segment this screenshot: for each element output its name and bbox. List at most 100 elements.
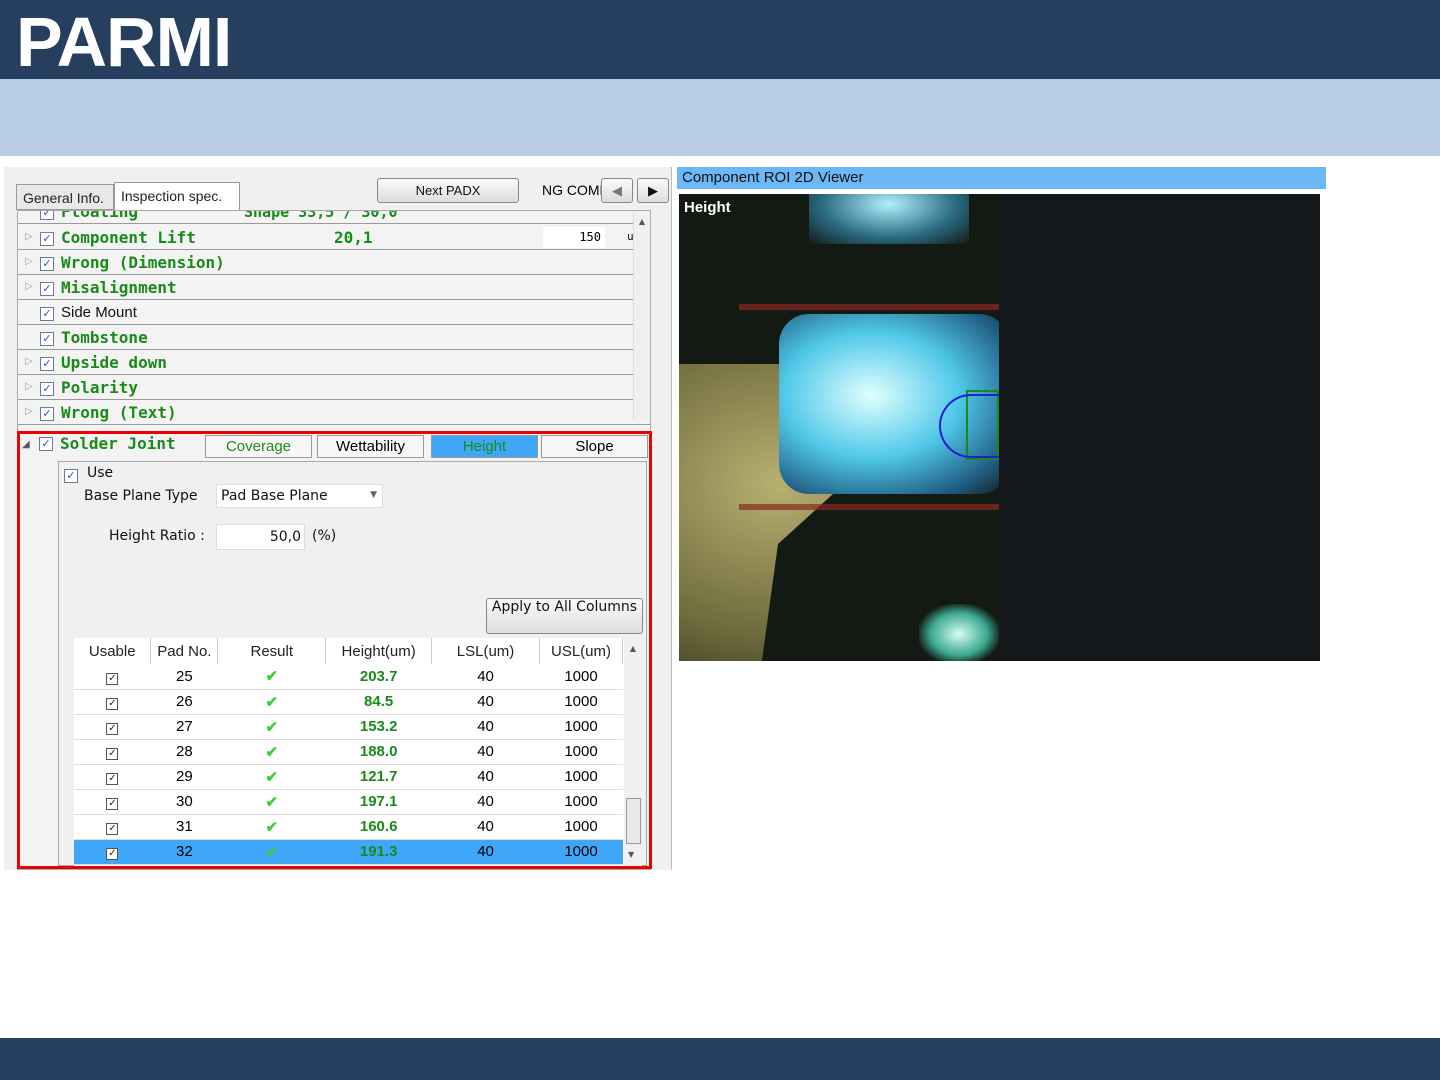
usl-value: 1000 <box>539 814 623 840</box>
list-item[interactable]: ▷ ✓ Polarity <box>18 375 650 400</box>
pass-check-icon: ✔ <box>217 814 326 840</box>
table-scrollbar[interactable]: ▲ ▼ <box>624 638 642 866</box>
lsl-value: 40 <box>431 789 540 815</box>
expand-icon[interactable]: ▷ <box>25 256 33 267</box>
checkbox[interactable]: ✓ <box>40 257 54 271</box>
list-item[interactable]: ▷ ✓ Wrong (Text) <box>18 400 650 425</box>
pad-no: 26 <box>150 689 218 715</box>
usl-value: 1000 <box>539 689 623 715</box>
list-item-partial[interactable]: ✓ Floating Shape 33,5 / 30,0 <box>18 211 650 224</box>
col-usable[interactable]: Usable <box>74 638 152 664</box>
table-row[interactable]: ✓ 25 ✔ 203.7 40 1000 <box>74 664 623 690</box>
base-plane-select[interactable]: Pad Base Plane ▼ <box>216 484 383 508</box>
item-label: Misalignment <box>61 278 177 297</box>
lsl-value: 40 <box>431 764 540 790</box>
item-label: Wrong (Text) <box>61 403 177 422</box>
table-row[interactable]: ✓ 29 ✔ 121.7 40 1000 <box>74 764 623 790</box>
checkbox[interactable]: ✓ <box>40 407 54 421</box>
use-checkbox[interactable]: ✓ <box>64 469 78 483</box>
chevron-down-icon: ▼ <box>370 490 377 500</box>
tab-inspection-spec[interactable]: Inspection spec. <box>114 182 240 211</box>
height-value: 160.6 <box>325 814 432 840</box>
apply-all-columns-button[interactable]: Apply to All Columns <box>486 598 643 634</box>
prev-arrow-button[interactable]: ◀ <box>601 178 633 203</box>
item-label: Side Mount <box>61 304 137 321</box>
component-image[interactable]: Height <box>679 194 1320 661</box>
usable-checkbox[interactable]: ✓ <box>74 764 151 790</box>
scroll-up-icon[interactable]: ▲ <box>634 211 650 226</box>
usable-checkbox[interactable]: ✓ <box>74 839 151 865</box>
height-ratio-input[interactable]: 50,0 <box>216 524 305 550</box>
collapse-icon[interactable]: ◢ <box>22 439 30 450</box>
subtab-coverage[interactable]: Coverage <box>205 435 312 458</box>
list-item[interactable]: ✓ Side Mount <box>18 300 650 325</box>
table-row[interactable]: ✓ 31 ✔ 160.6 40 1000 <box>74 814 623 840</box>
expand-icon[interactable]: ▷ <box>25 281 33 292</box>
subtab-slope[interactable]: Slope <box>541 435 648 458</box>
height-value: 121.7 <box>325 764 432 790</box>
height-settings: ✓ Use Base Plane Type Pad Base Plane ▼ H… <box>58 461 647 866</box>
pass-check-icon: ✔ <box>217 739 326 765</box>
viewer-title: Component ROI 2D Viewer <box>677 167 1326 189</box>
checkbox[interactable]: ✓ <box>40 307 54 321</box>
checkbox[interactable]: ✓ <box>40 282 54 296</box>
checkbox[interactable]: ✓ <box>40 211 54 220</box>
lsl-value: 40 <box>431 689 540 715</box>
pass-check-icon: ✔ <box>217 664 326 690</box>
expand-icon[interactable]: ▷ <box>25 356 33 367</box>
scrollbar[interactable]: ▲ <box>633 211 650 421</box>
tab-general-info[interactable]: General Info. <box>16 184 114 210</box>
usable-checkbox[interactable]: ✓ <box>74 739 151 765</box>
scroll-up-icon[interactable]: ▲ <box>624 638 642 653</box>
table-row[interactable]: ✓ 27 ✔ 153.2 40 1000 <box>74 714 623 740</box>
col-usl[interactable]: USL(um) <box>539 638 623 664</box>
table-row[interactable]: ✓ 28 ✔ 188.0 40 1000 <box>74 739 623 765</box>
col-lsl[interactable]: LSL(um) <box>431 638 540 664</box>
table-row[interactable]: ✓ 26 ✔ 84.5 40 1000 <box>74 689 623 715</box>
pass-check-icon: ✔ <box>217 714 326 740</box>
expand-icon[interactable]: ▷ <box>25 381 33 392</box>
subtab-wettability[interactable]: Wettability <box>317 435 424 458</box>
list-item[interactable]: ▷✓Component Lift20,1150um <box>18 225 650 250</box>
col-result[interactable]: Result <box>217 638 327 664</box>
pad-table: Usable Pad No. Result Height(um) LSL(um)… <box>74 638 642 866</box>
expand-icon[interactable]: ▷ <box>25 231 33 242</box>
pad-no: 28 <box>150 739 218 765</box>
solder-joint-checkbox[interactable]: ✓ <box>39 437 53 451</box>
list-item[interactable]: ▷ ✓ Misalignment <box>18 275 650 300</box>
subtab-height[interactable]: Height <box>431 435 538 458</box>
col-pad-no[interactable]: Pad No. <box>150 638 219 664</box>
next-arrow-button[interactable]: ▶ <box>637 178 669 203</box>
usable-checkbox[interactable]: ✓ <box>74 664 151 690</box>
table-row[interactable]: ✓ 32 ✔ 191.3 40 1000 <box>74 839 623 865</box>
bottom-banner <box>0 1038 1440 1080</box>
parmi-logo: PARMI <box>16 3 232 81</box>
usl-value: 1000 <box>539 789 623 815</box>
pad-no: 30 <box>150 789 218 815</box>
expand-icon[interactable]: ▷ <box>25 406 33 417</box>
usl-value: 1000 <box>539 739 623 765</box>
list-item[interactable]: ✓ Tombstone <box>18 325 650 350</box>
pad-no: 32 <box>150 839 218 865</box>
threshold-input[interactable]: 150 <box>543 227 605 248</box>
usable-checkbox[interactable]: ✓ <box>74 789 151 815</box>
checkbox[interactable]: ✓ <box>40 332 54 346</box>
checkbox[interactable]: ✓ <box>40 357 54 371</box>
scroll-thumb[interactable] <box>626 798 641 844</box>
checkbox[interactable]: ✓ <box>40 382 54 396</box>
usable-checkbox[interactable]: ✓ <box>74 814 151 840</box>
usable-checkbox[interactable]: ✓ <box>74 689 151 715</box>
scroll-down-icon[interactable]: ▼ <box>628 850 634 859</box>
list-item[interactable]: ▷ ✓ Wrong (Dimension) <box>18 250 650 275</box>
next-padx-button[interactable]: Next PADX <box>377 178 519 203</box>
col-height[interactable]: Height(um) <box>325 638 433 664</box>
top-banner: PARMI <box>0 0 1440 81</box>
checkbox[interactable]: ✓ <box>40 232 54 246</box>
list-item[interactable]: ▷ ✓ Upside down <box>18 350 650 375</box>
height-value: 188.0 <box>325 739 432 765</box>
usable-checkbox[interactable]: ✓ <box>74 714 151 740</box>
solder-joint-label: Solder Joint <box>60 434 176 453</box>
lsl-value: 40 <box>431 714 540 740</box>
table-row[interactable]: ✓ 30 ✔ 197.1 40 1000 <box>74 789 623 815</box>
height-value: 203.7 <box>325 664 432 690</box>
